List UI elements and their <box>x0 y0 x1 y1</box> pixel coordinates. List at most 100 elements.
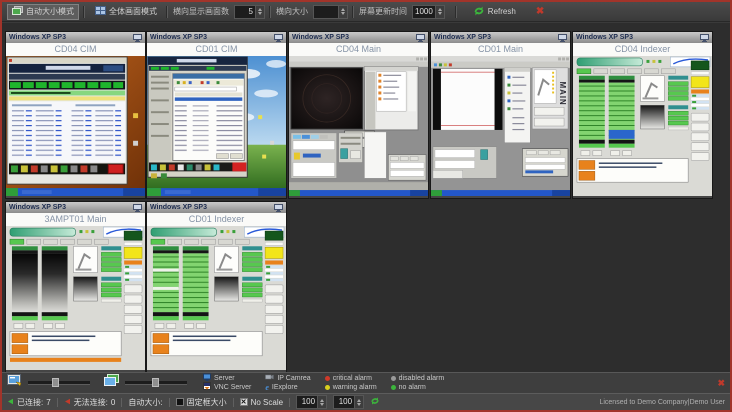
size-slider-group <box>104 374 187 392</box>
vnc-tile-cd04-cim[interactable]: Windows XP SP3 CD04 CIM <box>5 31 146 199</box>
vnc-tile-cd01-main[interactable]: Windows XP SP3 CD01 Main <box>430 31 571 199</box>
tile-os-label: Windows XP SP3 <box>434 34 491 41</box>
pc-icon <box>274 204 283 212</box>
tile-titlebar: Windows XP SP3 <box>147 32 286 43</box>
tile-titlebar: Windows XP SP3 <box>147 202 286 213</box>
legend-critical-alarm: critical alarm <box>325 374 377 383</box>
legend-vnc-server: VNC Server <box>203 383 251 392</box>
remote-screen[interactable]: MAIN <box>431 56 570 196</box>
tile-titlebar: Windows XP SP3 <box>6 202 145 213</box>
full-view-mode-icon <box>95 6 106 17</box>
statusbar-refresh-icon[interactable] <box>370 396 380 408</box>
pc-icon <box>133 34 142 42</box>
spinner-arrows[interactable] <box>338 6 347 18</box>
toolbar-separator <box>456 6 457 18</box>
legend-server-label: Server <box>214 374 235 383</box>
vnc-tile-cd04-main[interactable]: Windows XP SP3 CD04 Main <box>288 31 429 199</box>
tile-os-label: Windows XP SP3 <box>292 34 349 41</box>
size-slider-handle[interactable] <box>152 378 159 387</box>
screen-art-cd04-cim <box>6 56 145 196</box>
legend-critical-label: critical alarm <box>333 374 372 383</box>
screens-slider-handle[interactable] <box>52 378 59 387</box>
legend-warning-alarm: warning alarm <box>325 383 377 392</box>
connected-arrow-icon <box>7 398 14 407</box>
tile-os-label: Windows XP SP3 <box>9 204 66 211</box>
status-bar: 已连接: 7 无法连接: 0 自动大小: 固定框大小 No Scale 100 <box>2 393 730 410</box>
close-icon[interactable] <box>536 7 544 17</box>
vnc-tile-3ampt01-main[interactable]: Windows XP SP3 3AMPT01 Main <box>5 201 146 373</box>
svg-text:MAIN: MAIN <box>558 82 567 106</box>
remote-screen[interactable] <box>573 56 712 196</box>
remote-screen[interactable] <box>6 226 145 370</box>
legend-no-alarm-label: no alarm <box>399 383 426 392</box>
fixed-frame-checkbox[interactable] <box>176 398 184 406</box>
tile-titlebar: Windows XP SP3 <box>289 32 428 43</box>
remote-screen[interactable] <box>6 56 145 196</box>
no-alarm-dot <box>391 385 396 390</box>
tile-name: CD04 CIM <box>6 43 145 56</box>
warning-alarm-dot <box>325 385 330 390</box>
refresh-interval-value: 1000 <box>413 6 435 18</box>
full-view-mode-button[interactable]: 全体画面模式 <box>90 4 162 20</box>
vnc-tile-cd01-indexer[interactable]: Windows XP SP3 CD01 Indexer <box>146 201 287 373</box>
legend-close-icon[interactable] <box>717 378 725 389</box>
remote-screen[interactable] <box>289 56 428 196</box>
toolbar-separator <box>270 6 271 18</box>
tile-os-label: Windows XP SP3 <box>9 34 66 41</box>
screens-slider-group <box>7 374 90 392</box>
spinner-arrows[interactable] <box>354 396 363 408</box>
screen-art-cd04-indexer <box>573 56 712 196</box>
size-slider[interactable] <box>125 381 187 385</box>
toolbar-separator <box>84 6 85 18</box>
screens-slider-icon <box>7 374 22 392</box>
zoom-x-spinner[interactable]: 100 <box>296 395 327 409</box>
pc-icon <box>133 204 142 212</box>
screen-art-cd01-indexer <box>147 226 286 370</box>
toolbar-separator <box>167 6 168 18</box>
tile-titlebar: Windows XP SP3 <box>431 32 570 43</box>
zoom-y-spinner[interactable]: 100 <box>333 395 364 409</box>
tile-name: CD01 Main <box>431 43 570 56</box>
spinner-arrows[interactable] <box>255 6 264 18</box>
horizontal-size-spinner[interactable] <box>313 5 348 19</box>
remote-screen[interactable] <box>147 226 286 370</box>
screen-art-3ampt01-main <box>6 226 145 370</box>
auto-size-status: 自动大小: <box>128 397 162 408</box>
vnc-tile-cd04-indexer[interactable]: Windows XP SP3 CD04 Indexer <box>572 31 713 199</box>
legend-warning-label: warning alarm <box>333 383 377 392</box>
legend-iexplore: e IExplore <box>265 383 310 392</box>
screens-slider[interactable] <box>28 381 90 385</box>
spinner-arrows[interactable] <box>435 6 444 18</box>
no-scale-checkbox[interactable] <box>240 398 248 406</box>
refresh-interval-spinner[interactable]: 1000 <box>412 5 445 19</box>
screen-art-cd01-cim <box>147 56 286 196</box>
refresh-button[interactable]: Refresh <box>468 4 521 20</box>
legend-ip-camera-label: IP Camrea <box>277 374 310 383</box>
fixed-frame-label: 固定框大小 <box>187 397 227 408</box>
auto-size-mode-label: 自动大小模式 <box>26 6 74 17</box>
no-scale-label: No Scale <box>251 398 283 407</box>
horizontal-size-label: 横向大小 <box>276 6 308 17</box>
tile-name: CD04 Indexer <box>573 43 712 56</box>
refresh-icon <box>473 5 485 19</box>
status-separator <box>233 398 234 407</box>
remote-screen[interactable] <box>147 56 286 196</box>
refresh-interval-label: 屏幕更新时间 <box>359 6 407 17</box>
unreachable-arrow-icon <box>64 398 71 407</box>
auto-size-mode-button[interactable]: 自动大小模式 <box>7 4 79 20</box>
screen-art-cd01-main: MAIN <box>431 56 570 196</box>
unreachable-status: 无法连接: 0 <box>64 397 116 408</box>
fixed-frame-option: 固定框大小 <box>176 397 227 408</box>
legend-bar: Server VNC Server IP Camrea e IExplore c… <box>2 372 730 393</box>
spinner-arrows[interactable] <box>317 396 326 408</box>
tile-os-label: Windows XP SP3 <box>150 204 207 211</box>
disabled-alarm-dot <box>391 376 396 381</box>
legend-disabled-alarm: disabled alarm <box>391 374 445 383</box>
horizontal-count-spinner[interactable]: 5 <box>234 5 265 19</box>
auto-size-mode-icon <box>12 6 23 17</box>
connected-status: 已连接: 7 <box>7 397 51 408</box>
size-slider-icon <box>104 374 119 392</box>
license-text: Licensed to Demo Company|Demo User <box>599 399 725 406</box>
pc-icon <box>274 34 283 42</box>
vnc-tile-cd01-cim[interactable]: Windows XP SP3 CD01 CIM <box>146 31 287 199</box>
